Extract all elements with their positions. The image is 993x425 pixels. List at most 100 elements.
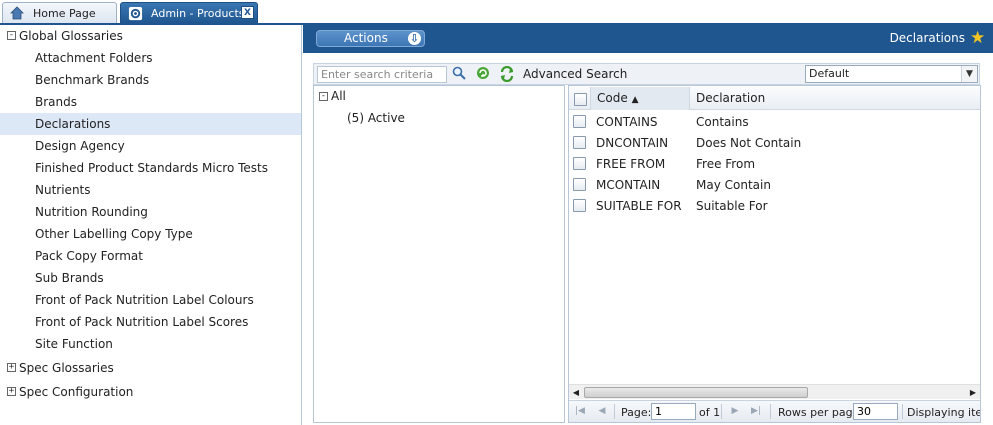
page-label: Page: xyxy=(621,406,652,419)
search-input[interactable] xyxy=(317,66,447,83)
chevron-down-icon: ▼ xyxy=(961,66,977,82)
actions-label: Actions xyxy=(344,31,388,45)
cell-declaration: May Contain xyxy=(696,178,771,192)
pager-divider xyxy=(770,404,771,419)
cell-declaration: Suitable For xyxy=(696,199,768,213)
row-checkbox[interactable] xyxy=(573,199,586,212)
tree-item-nutrition-rounding[interactable]: Nutrition Rounding xyxy=(0,201,301,223)
tree-item-label: Nutrients xyxy=(35,183,91,197)
filter-tree-item-active[interactable]: (5) Active xyxy=(347,111,405,125)
tab-bar: Home Page Admin - Products X xyxy=(0,0,993,25)
declarations-grid: Code ▲ Declaration CONTAINS Contains DNC… xyxy=(568,85,981,423)
tree-item-label: Site Function xyxy=(35,337,113,351)
cell-code: SUITABLE FOR xyxy=(596,199,682,213)
tree-item-label: Nutrition Rounding xyxy=(35,205,148,219)
row-checkbox[interactable] xyxy=(573,157,586,170)
tree-item-design-agency[interactable]: Design Agency xyxy=(0,135,301,157)
tab-home-page[interactable]: Home Page xyxy=(2,2,117,23)
column-header-code[interactable]: Code ▲ xyxy=(590,87,690,110)
pager-divider xyxy=(614,404,615,419)
tree-item-label: Pack Copy Format xyxy=(35,249,143,263)
tree-item-finished-product-standards-micro-tests[interactable]: Finished Product Standards Micro Tests xyxy=(0,157,301,179)
tree-group-global-glossaries[interactable]: - Global Glossaries xyxy=(0,25,301,47)
expand-icon[interactable]: + xyxy=(7,387,16,396)
tree-item-pack-copy-format[interactable]: Pack Copy Format xyxy=(0,245,301,267)
tree-group-label: Spec Glossaries xyxy=(19,361,114,375)
tree-item-benchmark-brands[interactable]: Benchmark Brands xyxy=(0,69,301,91)
cell-declaration: Contains xyxy=(696,115,749,129)
previous-page-icon[interactable]: ◀ xyxy=(596,405,608,417)
pagination-bar: |◀ ◀ Page: of 1 ▶ ▶| Rows per page Displ… xyxy=(569,400,980,422)
scrollbar-thumb[interactable] xyxy=(584,387,808,398)
first-page-icon[interactable]: |◀ xyxy=(574,405,586,417)
view-select[interactable]: Default ▼ xyxy=(805,65,978,83)
horizontal-scrollbar[interactable]: ◀ ▶ xyxy=(569,384,980,399)
tree-group-spec-glossaries[interactable]: + Spec Glossaries xyxy=(0,357,301,379)
collapse-icon[interactable]: - xyxy=(7,31,16,40)
tree-item-label: Sub Brands xyxy=(35,271,104,285)
scroll-right-icon[interactable]: ▶ xyxy=(966,386,980,399)
expand-icon[interactable]: + xyxy=(7,363,16,372)
tree-item-nutrients[interactable]: Nutrients xyxy=(0,179,301,201)
cell-declaration: Free From xyxy=(696,157,756,171)
filter-tree-panel: - All (5) Active xyxy=(313,85,565,423)
table-row[interactable]: CONTAINS Contains xyxy=(569,112,980,133)
row-checkbox[interactable] xyxy=(573,178,586,191)
filter-tree-root[interactable]: All xyxy=(331,89,346,103)
tree-item-site-function[interactable]: Site Function xyxy=(0,333,301,355)
search-icon[interactable] xyxy=(451,66,467,82)
displaying-items-label: Displaying items xyxy=(907,406,980,419)
tree-item-declarations[interactable]: Declarations xyxy=(0,113,301,135)
tree-item-brands[interactable]: Brands xyxy=(0,91,301,113)
tree-item-attachment-folders[interactable]: Attachment Folders xyxy=(0,47,301,69)
tab-label: Home Page xyxy=(33,6,96,20)
actions-button[interactable]: Actions ⇩ xyxy=(316,30,425,47)
refresh-icon[interactable] xyxy=(475,66,491,82)
table-row[interactable]: DNCONTAIN Does Not Contain xyxy=(569,133,980,154)
table-row[interactable]: MCONTAIN May Contain xyxy=(569,175,980,196)
tree-item-label: Attachment Folders xyxy=(35,51,153,65)
tree-group-spec-configuration[interactable]: + Spec Configuration xyxy=(0,381,301,403)
tree-item-label: Benchmark Brands xyxy=(35,73,150,87)
tree-item-label: Design Agency xyxy=(35,139,125,153)
column-label: Declaration xyxy=(696,91,766,105)
last-page-icon[interactable]: ▶| xyxy=(750,405,762,417)
glossary-navigation-tree: - Global Glossaries Attachment Folders B… xyxy=(0,25,302,425)
gear-icon xyxy=(127,5,143,21)
star-icon[interactable]: ★ xyxy=(970,29,988,47)
content-header-bar: Actions ⇩ Declarations ★ xyxy=(303,25,993,53)
scroll-left-icon[interactable]: ◀ xyxy=(569,386,583,399)
cell-declaration: Does Not Contain xyxy=(696,136,802,150)
page-count-label: of 1 xyxy=(699,406,721,419)
collapse-icon[interactable]: - xyxy=(319,92,328,101)
tree-item-fop-nutrition-label-scores[interactable]: Front of Pack Nutrition Label Scores xyxy=(0,311,301,333)
grid-header: Code ▲ Declaration xyxy=(569,87,980,110)
reset-icon[interactable] xyxy=(499,65,515,83)
close-tab-button[interactable]: X xyxy=(241,6,254,19)
tree-item-label: Front of Pack Nutrition Label Scores xyxy=(35,315,249,329)
tree-item-label: Declarations xyxy=(35,117,111,131)
table-row[interactable]: SUITABLE FOR Suitable For xyxy=(569,196,980,217)
row-checkbox[interactable] xyxy=(573,136,586,149)
tree-item-label: Front of Pack Nutrition Label Colours xyxy=(35,293,254,307)
row-checkbox[interactable] xyxy=(573,115,586,128)
column-header-declaration[interactable]: Declaration xyxy=(696,87,765,110)
rows-per-page-label: Rows per page xyxy=(778,406,860,419)
tree-item-other-labelling-copy-type[interactable]: Other Labelling Copy Type xyxy=(0,223,301,245)
rows-per-page-input[interactable] xyxy=(853,403,898,420)
next-page-icon[interactable]: ▶ xyxy=(729,405,741,417)
pager-divider xyxy=(721,404,722,419)
table-row[interactable]: FREE FROM Free From xyxy=(569,154,980,175)
search-toolbar: Advanced Search Default ▼ xyxy=(313,63,980,85)
tab-label: Admin - Products xyxy=(151,6,245,20)
tab-admin-products[interactable]: Admin - Products X xyxy=(120,2,258,23)
view-select-value: Default xyxy=(809,67,850,80)
cell-code: FREE FROM xyxy=(596,157,666,171)
arrow-down-icon: ⇩ xyxy=(408,32,421,45)
advanced-search-link[interactable]: Advanced Search xyxy=(523,67,627,81)
tree-item-fop-nutrition-label-colours[interactable]: Front of Pack Nutrition Label Colours xyxy=(0,289,301,311)
page-title: Declarations xyxy=(889,31,965,45)
select-all-checkbox[interactable] xyxy=(574,93,587,106)
tree-item-sub-brands[interactable]: Sub Brands xyxy=(0,267,301,289)
page-number-input[interactable] xyxy=(651,403,696,420)
